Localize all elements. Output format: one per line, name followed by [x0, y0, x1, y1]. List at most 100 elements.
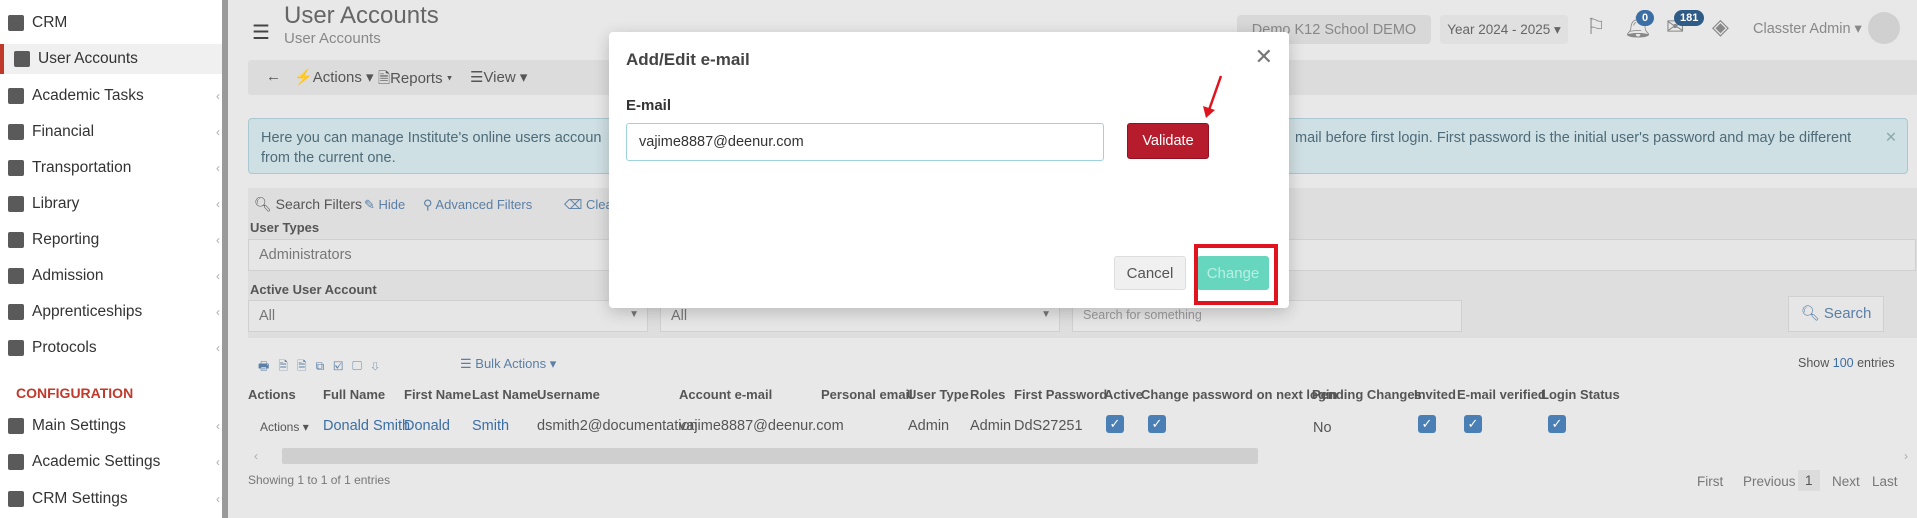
- coins-icon: [8, 124, 24, 140]
- edit-email-modal: Add/Edit e-mail ✕ E-mail Validate Cancel…: [609, 32, 1289, 308]
- col-account-email[interactable]: Account e-mail: [679, 387, 772, 402]
- cancel-button[interactable]: Cancel: [1114, 256, 1186, 290]
- page-last[interactable]: Last: [1872, 474, 1898, 489]
- change-password-checkbox[interactable]: ✓: [1148, 415, 1166, 433]
- show-entries-select[interactable]: 100: [1833, 356, 1854, 370]
- sidebar-item-academic-tasks[interactable]: Academic Tasks ‹: [8, 84, 222, 108]
- institution-icon: [8, 268, 24, 284]
- row-actions-dropdown[interactable]: Actions ▾: [260, 420, 309, 434]
- active-checkbox[interactable]: ✓: [1106, 415, 1124, 433]
- page-next[interactable]: Next: [1832, 474, 1860, 489]
- invited-checkbox[interactable]: ✓: [1418, 415, 1436, 433]
- sidebar-item-academic-settings[interactable]: Academic Settings ‹: [8, 450, 222, 474]
- chevron-left-icon: ‹: [216, 341, 220, 355]
- row-first-name[interactable]: Donald: [404, 418, 450, 434]
- chevron-left-icon: ‹: [216, 197, 220, 211]
- horizontal-scrollbar[interactable]: [282, 448, 1258, 464]
- user-menu[interactable]: Classter Admin ▾: [1753, 21, 1862, 37]
- col-personal-email[interactable]: Personal email: [821, 387, 913, 402]
- chevron-left-icon: ‹: [216, 233, 220, 247]
- sidebar-item-apprenticeships[interactable]: Apprenticeships ‹: [8, 300, 222, 324]
- col-user-type[interactable]: User Type: [907, 387, 969, 402]
- chevron-left-icon: ‹: [216, 161, 220, 175]
- col-change-password[interactable]: Change password on next login: [1141, 387, 1337, 402]
- row-account-email: vajime8887@deenur.com: [679, 418, 844, 434]
- col-invited[interactable]: Invited: [1414, 387, 1456, 402]
- sidebar-item-library[interactable]: Library ‹: [8, 192, 222, 216]
- protocol-icon: [8, 340, 24, 356]
- page-previous[interactable]: Previous: [1743, 474, 1796, 489]
- search-button[interactable]: 🔍︎ Search: [1788, 296, 1884, 332]
- showing-info: Showing 1 to 1 of 1 entries: [248, 473, 391, 487]
- col-active[interactable]: Active: [1104, 387, 1143, 402]
- sidebar-item-transportation[interactable]: Transportation ‹: [8, 156, 222, 180]
- scroll-left-icon[interactable]: ‹: [254, 449, 258, 463]
- row-user-type: Admin: [908, 418, 950, 434]
- chevron-left-icon: ‹: [216, 269, 220, 283]
- hamburger-icon[interactable]: ☰: [252, 20, 270, 45]
- printer-icon: [8, 232, 24, 248]
- sidebar-item-protocols[interactable]: Protocols ‹: [8, 336, 222, 360]
- email-field[interactable]: [626, 123, 1104, 161]
- modal-title: Add/Edit e-mail: [626, 50, 750, 69]
- info-text-left: Here you can manage Institute's online u…: [261, 130, 602, 146]
- info-text-right: mail before first login. First password …: [1295, 130, 1852, 146]
- clear-filters-link[interactable]: ⌫ Clea: [564, 197, 613, 213]
- breadcrumb: User Accounts: [284, 30, 381, 47]
- email-verified-checkbox[interactable]: ✓: [1464, 415, 1482, 433]
- col-login-status[interactable]: Login Status: [1541, 387, 1620, 402]
- col-roles[interactable]: Roles: [970, 387, 1005, 402]
- search-filters-title: 🔍︎ Search Filters: [254, 196, 363, 212]
- close-icon[interactable]: ✕: [1255, 44, 1273, 70]
- login-status-checkbox[interactable]: ✓: [1548, 415, 1566, 433]
- active-account-select[interactable]: All ▼: [248, 300, 648, 332]
- actions-dropdown[interactable]: ⚡Actions ▾: [294, 68, 374, 86]
- email-label: E-mail: [626, 97, 672, 114]
- page-current[interactable]: 1: [1798, 470, 1820, 491]
- config-header: CONFIGURATION: [16, 385, 134, 401]
- layers-icon[interactable]: ◈: [1712, 14, 1729, 40]
- row-full-name[interactable]: Donald Smith: [323, 418, 410, 434]
- sliders-icon: [8, 418, 24, 434]
- col-pending-changes[interactable]: Pending Changes: [1312, 387, 1422, 402]
- col-username[interactable]: Username: [537, 387, 600, 402]
- col-last-name[interactable]: Last Name: [472, 387, 538, 402]
- year-selector[interactable]: Year 2024 - 2025 ▾: [1440, 15, 1568, 44]
- chevron-left-icon: ‹: [216, 125, 220, 139]
- reports-dropdown[interactable]: 🗎︎Reports ▾: [378, 68, 452, 93]
- col-first-password[interactable]: First Password: [1014, 387, 1107, 402]
- bulk-actions-button[interactable]: ☰ Bulk Actions ▾: [460, 356, 556, 372]
- sidebar-item-main-settings[interactable]: Main Settings ‹: [8, 414, 222, 438]
- flag-icon[interactable]: ⚐: [1586, 14, 1606, 40]
- sidebar-item-crm-settings[interactable]: CRM Settings ‹: [8, 487, 222, 511]
- row-username: dsmith2@documentation: [537, 418, 698, 434]
- page-title: User Accounts: [284, 2, 439, 29]
- key-icon: [14, 51, 30, 67]
- sidebar-item-crm[interactable]: CRM: [8, 11, 222, 35]
- close-icon[interactable]: ✕: [1885, 128, 1897, 148]
- crm-settings-icon: [8, 491, 24, 507]
- annotation-highlight-box: [1194, 244, 1278, 305]
- sidebar-item-user-accounts[interactable]: User Accounts: [0, 44, 222, 74]
- validate-button[interactable]: Validate: [1127, 123, 1209, 159]
- col-email-verified[interactable]: E-mail verified: [1457, 387, 1546, 402]
- chevron-left-icon: ‹: [216, 492, 220, 506]
- sidebar-item-financial[interactable]: Financial ‹: [8, 120, 222, 144]
- hide-filters-link[interactable]: ✎ Hide: [364, 197, 405, 213]
- row-pending: No: [1313, 420, 1332, 436]
- col-first-name[interactable]: First Name: [404, 387, 471, 402]
- scroll-right-icon[interactable]: ›: [1904, 449, 1908, 463]
- col-actions[interactable]: Actions: [248, 387, 296, 402]
- active-account-label: Active User Account: [250, 282, 377, 297]
- crm-icon: [8, 15, 24, 31]
- export-icons[interactable]: 🖶︎🗎︎🗎︎⧉☑▢⇩: [258, 357, 388, 378]
- col-full-name[interactable]: Full Name: [323, 387, 385, 402]
- sidebar-item-admission[interactable]: Admission ‹: [8, 264, 222, 288]
- sidebar-item-reporting[interactable]: Reporting ‹: [8, 228, 222, 252]
- row-last-name[interactable]: Smith: [472, 418, 509, 434]
- view-dropdown[interactable]: ☰View ▾: [470, 68, 527, 86]
- back-arrow-icon[interactable]: ←: [266, 68, 281, 85]
- advanced-filters-link[interactable]: ⚲ Advanced Filters: [423, 197, 532, 213]
- avatar[interactable]: [1868, 12, 1900, 44]
- page-first[interactable]: First: [1697, 474, 1723, 489]
